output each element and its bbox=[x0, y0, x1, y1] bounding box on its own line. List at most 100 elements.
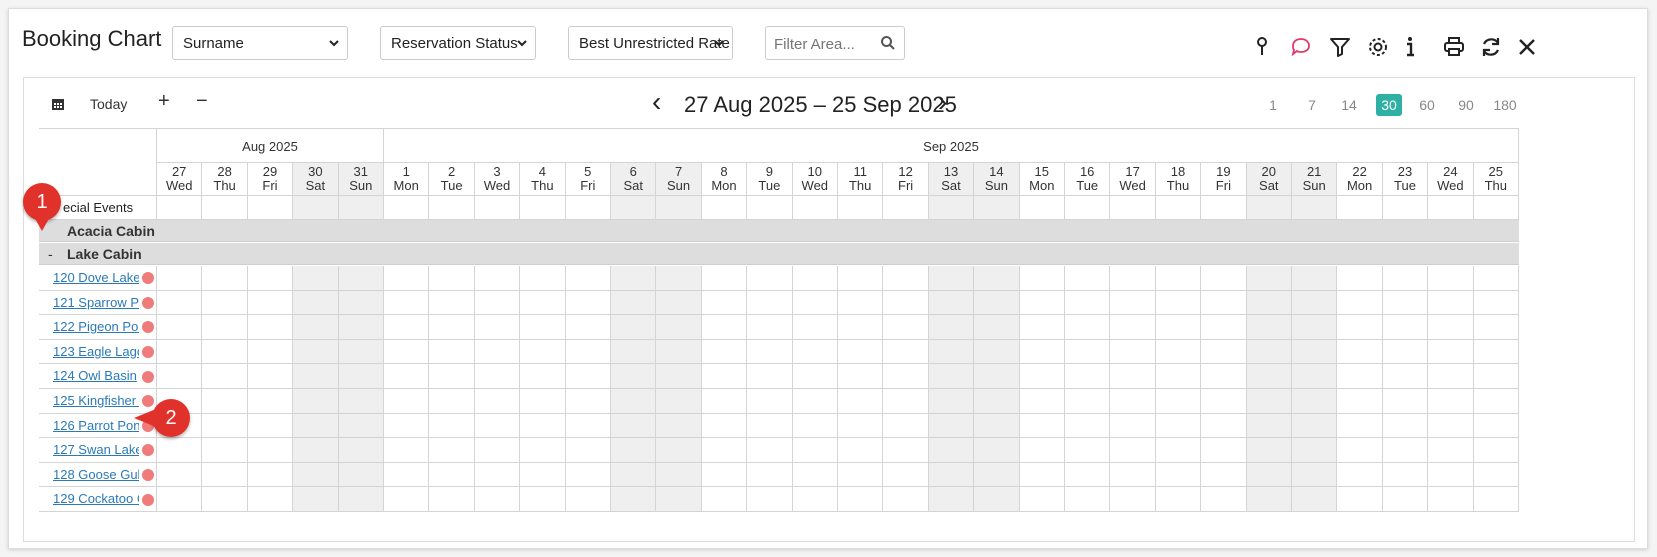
special-event-cell[interactable] bbox=[1019, 196, 1065, 220]
booking-cell[interactable] bbox=[974, 290, 1020, 316]
booking-cell[interactable] bbox=[656, 487, 702, 512]
booking-cell[interactable] bbox=[338, 462, 384, 488]
room-status-dot[interactable] bbox=[142, 444, 154, 457]
booking-cell[interactable] bbox=[928, 339, 975, 365]
booking-cell[interactable] bbox=[429, 389, 475, 414]
booking-cell[interactable] bbox=[338, 339, 384, 365]
booking-cell[interactable] bbox=[1155, 487, 1202, 512]
special-event-cell[interactable] bbox=[611, 196, 657, 220]
booking-cell[interactable] bbox=[247, 487, 294, 512]
booking-cell[interactable] bbox=[429, 438, 475, 463]
booking-cell[interactable] bbox=[1382, 438, 1429, 463]
booking-cell[interactable] bbox=[1473, 413, 1519, 439]
booking-cell[interactable] bbox=[384, 487, 430, 512]
booking-cell[interactable] bbox=[520, 315, 566, 340]
booking-cell[interactable] bbox=[701, 438, 748, 463]
booking-cell[interactable] bbox=[656, 364, 702, 389]
booking-cell[interactable] bbox=[974, 462, 1020, 488]
booking-cell[interactable] bbox=[384, 413, 430, 439]
booking-cell[interactable] bbox=[1292, 290, 1338, 316]
booking-cell[interactable] bbox=[1382, 339, 1429, 365]
booking-cell[interactable] bbox=[520, 364, 566, 389]
booking-cell[interactable] bbox=[1337, 290, 1383, 316]
booking-cell[interactable] bbox=[429, 462, 475, 488]
room-link[interactable]: 124 Owl Basin bbox=[53, 364, 137, 388]
booking-cell[interactable] bbox=[1110, 438, 1156, 463]
booking-cell[interactable] bbox=[883, 315, 929, 340]
booking-cell[interactable] bbox=[157, 364, 203, 389]
booking-cell[interactable] bbox=[1019, 290, 1065, 316]
booking-cell[interactable] bbox=[247, 339, 294, 365]
room-group-row[interactable]: Acacia Cabin bbox=[39, 220, 1519, 242]
special-event-cell[interactable] bbox=[1110, 196, 1156, 220]
booking-cell[interactable] bbox=[293, 364, 339, 389]
booking-cell[interactable] bbox=[1337, 438, 1383, 463]
booking-cell[interactable] bbox=[1473, 290, 1519, 316]
booking-cell[interactable] bbox=[474, 413, 521, 439]
special-event-cell[interactable] bbox=[1337, 196, 1383, 220]
booking-cell[interactable] bbox=[1473, 438, 1519, 463]
special-event-cell[interactable] bbox=[157, 196, 203, 220]
booking-cell[interactable] bbox=[1473, 389, 1519, 414]
special-event-cell[interactable] bbox=[202, 196, 248, 220]
booking-cell[interactable] bbox=[838, 339, 884, 365]
booking-cell[interactable] bbox=[1065, 364, 1111, 389]
booking-cell[interactable] bbox=[1019, 339, 1065, 365]
booking-cell[interactable] bbox=[1246, 438, 1292, 463]
booking-cell[interactable] bbox=[1155, 413, 1202, 439]
booking-cell[interactable] bbox=[338, 266, 384, 291]
booking-cell[interactable] bbox=[1246, 487, 1292, 512]
booking-cell[interactable] bbox=[520, 389, 566, 414]
booking-cell[interactable] bbox=[247, 438, 294, 463]
booking-cell[interactable] bbox=[1110, 364, 1156, 389]
booking-cell[interactable] bbox=[384, 462, 430, 488]
booking-cell[interactable] bbox=[1337, 389, 1383, 414]
booking-cell[interactable] bbox=[747, 339, 793, 365]
booking-cell[interactable] bbox=[157, 462, 203, 488]
booking-cell[interactable] bbox=[974, 389, 1020, 414]
booking-cell[interactable] bbox=[1428, 438, 1474, 463]
booking-cell[interactable] bbox=[838, 364, 884, 389]
booking-cell[interactable] bbox=[656, 389, 702, 414]
room-link[interactable]: 128 Goose Gully bbox=[53, 463, 139, 487]
booking-cell[interactable] bbox=[1382, 487, 1429, 512]
booking-cell[interactable] bbox=[565, 315, 611, 340]
booking-cell[interactable] bbox=[792, 389, 838, 414]
booking-cell[interactable] bbox=[384, 364, 430, 389]
booking-cell[interactable] bbox=[883, 389, 929, 414]
booking-cell[interactable] bbox=[1337, 266, 1383, 291]
booking-cell[interactable] bbox=[1065, 487, 1111, 512]
booking-cell[interactable] bbox=[883, 339, 929, 365]
booking-cell[interactable] bbox=[1155, 389, 1202, 414]
booking-cell[interactable] bbox=[202, 413, 248, 439]
booking-cell[interactable] bbox=[202, 462, 248, 488]
booking-cell[interactable] bbox=[338, 290, 384, 316]
booking-cell[interactable] bbox=[883, 487, 929, 512]
special-event-cell[interactable] bbox=[474, 196, 521, 220]
booking-cell[interactable] bbox=[656, 339, 702, 365]
room-status-dot[interactable] bbox=[142, 296, 154, 309]
room-status-dot[interactable] bbox=[142, 395, 154, 408]
booking-cell[interactable] bbox=[701, 266, 748, 291]
booking-cell[interactable] bbox=[1201, 487, 1247, 512]
calendar-icon[interactable] bbox=[51, 97, 65, 111]
booking-cell[interactable] bbox=[1201, 315, 1247, 340]
booking-cell[interactable] bbox=[293, 413, 339, 439]
booking-cell[interactable] bbox=[474, 290, 521, 316]
booking-cell[interactable] bbox=[1201, 339, 1247, 365]
booking-cell[interactable] bbox=[792, 438, 838, 463]
special-event-cell[interactable] bbox=[792, 196, 838, 220]
booking-cell[interactable] bbox=[838, 413, 884, 439]
booking-cell[interactable] bbox=[202, 438, 248, 463]
room-status-dot[interactable] bbox=[142, 346, 154, 359]
booking-cell[interactable] bbox=[792, 413, 838, 439]
booking-cell[interactable] bbox=[838, 290, 884, 316]
booking-cell[interactable] bbox=[429, 290, 475, 316]
booking-cell[interactable] bbox=[565, 438, 611, 463]
booking-cell[interactable] bbox=[792, 364, 838, 389]
booking-cell[interactable] bbox=[747, 266, 793, 291]
booking-cell[interactable] bbox=[656, 462, 702, 488]
booking-cell[interactable] bbox=[247, 315, 294, 340]
booking-cell[interactable] bbox=[747, 413, 793, 439]
booking-cell[interactable] bbox=[1110, 266, 1156, 291]
